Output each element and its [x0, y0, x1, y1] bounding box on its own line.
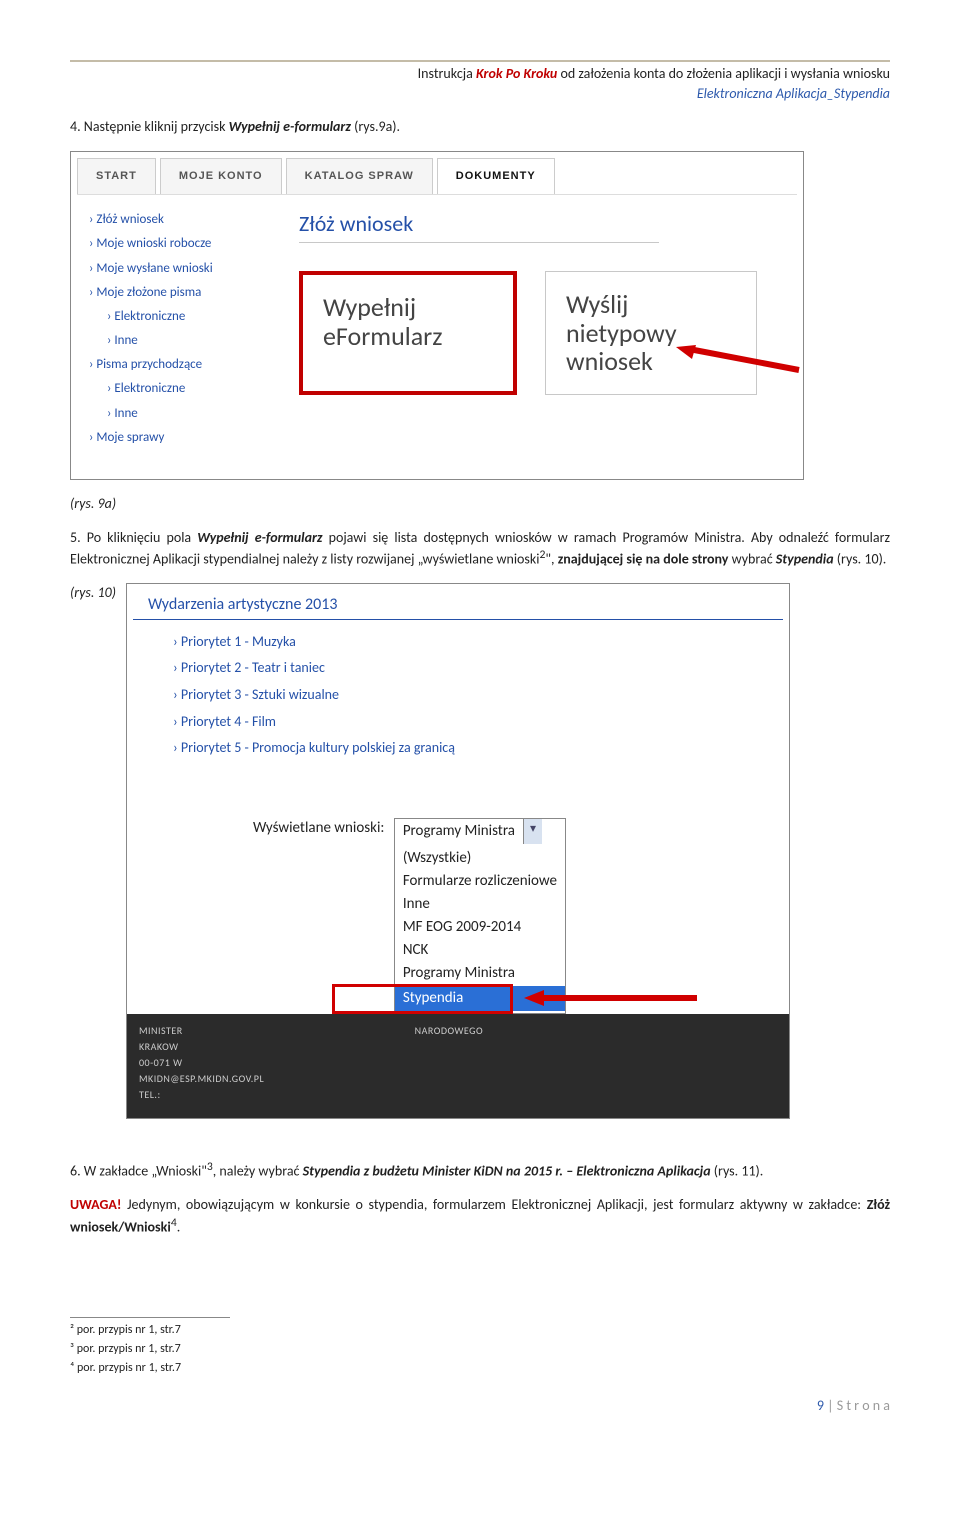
dropdown-option[interactable]: MF EOG 2009-2014: [403, 917, 557, 938]
sidebar-item-zlozone-pisma[interactable]: Moje złożone pisma: [89, 284, 274, 302]
tab-start[interactable]: START: [77, 158, 156, 194]
dropdown-option[interactable]: Programy Ministra: [403, 963, 557, 984]
sidebar-item-zloz-wniosek[interactable]: Złóż wniosek: [89, 211, 274, 229]
tab-katalog-spraw[interactable]: KATALOG SPRAW: [286, 158, 433, 194]
priority-item[interactable]: Priorytet 2 - Teatr i taniec: [173, 658, 783, 678]
step-5-text: 5. Po kliknięciu pola Wypełnij e-formula…: [70, 528, 890, 570]
chevron-down-icon[interactable]: ▾: [523, 819, 542, 844]
sidebar-sub-elektroniczne[interactable]: Elektroniczne: [107, 308, 274, 326]
site-footer: MINISTER NARODOWEGO KRAKOW 00-071 W MKID…: [127, 1014, 789, 1118]
step-6-text: 6. W zakładce „Wnioski"3, należy wybrać …: [70, 1159, 890, 1181]
sidebar-menu: Złóż wniosek Moje wnioski robocze Moje w…: [77, 195, 279, 473]
sidebar-item-przychodzace[interactable]: Pisma przychodzące: [89, 356, 274, 374]
annotation-arrow-icon: [674, 345, 804, 385]
dropdown-option[interactable]: Inne: [403, 894, 557, 915]
priority-item[interactable]: Priorytet 3 - Sztuki wizualne: [173, 685, 783, 705]
card-wypelnij-eformularz[interactable]: WypełnijeFormularz: [299, 271, 517, 395]
section-heading-wydarzenia: Wydarzenia artystyczne 2013: [148, 594, 783, 616]
dropdown-option[interactable]: Formularze rozliczeniowe: [403, 871, 557, 892]
sidebar-item-robocze[interactable]: Moje wnioski robocze: [89, 235, 274, 253]
dropdown-option[interactable]: (Wszystkie): [403, 848, 557, 869]
dropdown-option[interactable]: NCK: [403, 940, 557, 961]
annotation-arrow-icon: [522, 986, 702, 1010]
wnioski-label: Wyświetlane wnioski:: [253, 819, 384, 837]
uwaga-text: UWAGA! Jedynym, obowiązującym w konkursi…: [70, 1195, 890, 1237]
sidebar-sub-inne[interactable]: Inne: [107, 332, 274, 350]
priority-item[interactable]: Priorytet 4 - Film: [173, 712, 783, 732]
tab-dokumenty[interactable]: DOKUMENTY: [437, 158, 555, 194]
sidebar-sub-inne-2[interactable]: Inne: [107, 405, 274, 423]
page-header: Instrukcja Krok Po Kroku od założenia ko…: [70, 64, 890, 103]
screenshot-rys9a: START MOJE KONTO KATALOG SPRAW DOKUMENTY…: [70, 151, 804, 480]
caption-rys9a: (rys. 9a): [70, 494, 890, 514]
annotation-highlight-box: [332, 984, 513, 1014]
page-number: 9 | S t r o n a: [70, 1396, 890, 1416]
priority-item[interactable]: Priorytet 1 - Muzyka: [173, 632, 783, 652]
caption-rys10: (rys. 10): [70, 583, 116, 603]
sidebar-sub-elektroniczne-2[interactable]: Elektroniczne: [107, 380, 274, 398]
sidebar-item-wyslane[interactable]: Moje wysłane wnioski: [89, 260, 274, 278]
screenshot-rys10: Wydarzenia artystyczne 2013 Priorytet 1 …: [126, 583, 790, 1118]
tab-moje-konto[interactable]: MOJE KONTO: [160, 158, 282, 194]
priority-item[interactable]: Priorytet 5 - Promocja kultury polskiej …: [173, 738, 783, 758]
step-4-text: 4. Następnie kliknij przycisk Wypełnij e…: [70, 117, 890, 137]
sidebar-item-moje-sprawy[interactable]: Moje sprawy: [89, 429, 274, 447]
footnotes: ² por. przypis nr 1, str.7 ³ por. przypi…: [70, 1317, 890, 1376]
panel-heading-zloz-wniosek: Złóż wniosek: [299, 209, 659, 243]
